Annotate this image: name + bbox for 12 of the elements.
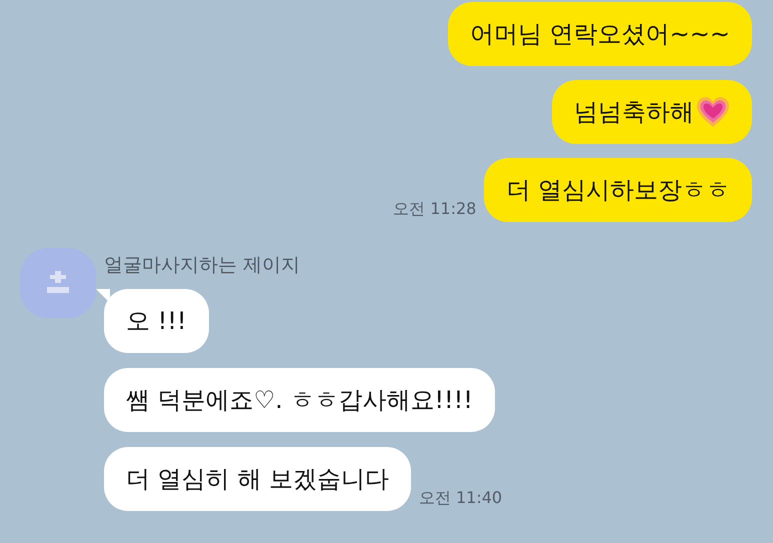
message-bubble: 어머님 연락오셨어~~~ [448, 2, 752, 66]
message-bubble: 쌤 덕분에죠♡. ㅎㅎ갑사해요!!!! [104, 368, 495, 432]
message-time: 오전 11:40 [418, 488, 502, 509]
heart-icon [696, 96, 730, 128]
avatar[interactable] [20, 248, 96, 318]
sender-name: 얼굴마사지하는 제이지 [104, 253, 302, 278]
message-bubble: 더 열심시하보장ㅎㅎ [484, 158, 752, 222]
message-bubble: 오 !!! [104, 289, 208, 353]
bubble-tail [96, 289, 110, 303]
message-time: 오전 11:28 [393, 199, 476, 220]
message-bubble: 넘넘축하해 [552, 80, 752, 144]
message-bubble: 더 열심히 해 보겠숩니다 [104, 447, 411, 511]
